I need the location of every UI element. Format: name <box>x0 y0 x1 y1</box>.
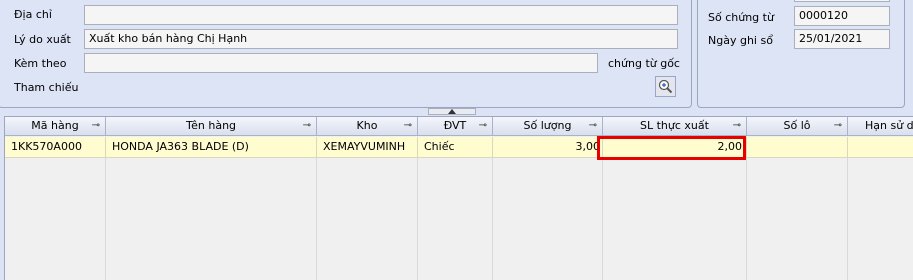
tham-chieu-zoom-button[interactable] <box>655 76 676 97</box>
top-hidden-field <box>794 0 890 2</box>
col-header-han-su-dung[interactable]: Hạn sử dụng <box>848 117 913 136</box>
column-divider <box>316 158 317 280</box>
col-header-ma-hang[interactable]: Mã hàng ⊸ <box>5 117 106 136</box>
pin-icon[interactable]: ⊸ <box>404 117 412 135</box>
cell-han-su-dung[interactable] <box>848 137 913 158</box>
col-header-label: Mã hàng <box>31 119 79 132</box>
so-chung-tu-input[interactable]: 0000120 <box>794 6 890 26</box>
cell-dvt[interactable]: Chiếc <box>418 137 493 158</box>
pin-icon[interactable]: ⊸ <box>92 117 100 135</box>
pin-icon[interactable]: ⊸ <box>733 117 741 135</box>
ngay-ghi-so-input[interactable]: 25/01/2021 <box>794 29 890 49</box>
cell-sl-thuc-xuat[interactable]: 2,00 <box>603 137 747 158</box>
pin-icon[interactable]: ⊸ <box>479 117 487 135</box>
dia-chi-label: Địa chỉ <box>14 8 52 21</box>
cell-ma-hang[interactable]: 1KK570A000 <box>5 137 106 158</box>
dia-chi-input[interactable] <box>84 5 678 25</box>
column-divider <box>847 158 848 280</box>
chung-tu-goc-label: chứng từ gốc <box>608 57 680 70</box>
col-header-label: Hạn sử dụng <box>865 119 913 132</box>
col-header-so-luong[interactable]: Số lượng ⊸ <box>493 117 603 136</box>
col-header-label: SL thực xuất <box>640 119 709 132</box>
col-header-kho[interactable]: Kho ⊸ <box>317 117 418 136</box>
cell-so-luong[interactable]: 3,00 <box>493 137 603 158</box>
col-header-label: ĐVT <box>443 119 467 132</box>
ly-do-xuat-input[interactable]: Xuất kho bán hàng Chị Hạnh <box>84 29 678 49</box>
tham-chieu-label: Tham chiếu <box>14 81 79 94</box>
col-header-ten-hang[interactable]: Tên hàng ⊸ <box>106 117 317 136</box>
cell-ten-hang[interactable]: HONDA JA363 BLADE (D) <box>106 137 317 158</box>
chevron-up-icon <box>448 109 456 114</box>
cell-kho[interactable]: XEMAYVUMINH <box>317 137 418 158</box>
ngay-ghi-so-label: Ngày ghi sổ <box>708 34 773 47</box>
pin-icon[interactable]: ⊸ <box>834 117 842 135</box>
col-header-so-lo[interactable]: Số lô ⊸ <box>747 117 848 136</box>
column-divider <box>492 158 493 280</box>
magnifier-plus-icon <box>658 79 673 94</box>
so-chung-tu-label: Số chứng từ <box>708 11 774 24</box>
pin-icon[interactable]: ⊸ <box>303 117 311 135</box>
column-divider <box>746 158 747 280</box>
col-header-label: Tên hàng <box>185 119 237 132</box>
ly-do-xuat-label: Lý do xuất <box>14 33 71 46</box>
kem-theo-input[interactable] <box>84 53 598 73</box>
col-header-label: Số lô <box>783 119 811 132</box>
kem-theo-label: Kèm theo <box>14 57 67 70</box>
panel-splitter[interactable] <box>428 108 476 115</box>
col-header-sl-thuc-xuat[interactable]: SL thực xuất ⊸ <box>603 117 747 136</box>
column-divider <box>105 158 106 280</box>
pin-icon[interactable]: ⊸ <box>589 117 597 135</box>
column-divider <box>417 158 418 280</box>
col-header-dvt[interactable]: ĐVT ⊸ <box>418 117 493 136</box>
col-header-label: Kho <box>356 119 378 132</box>
items-grid[interactable]: Mã hàng ⊸ Tên hàng ⊸ Kho ⊸ ĐVT ⊸ Số lượng ⊸ S… <box>4 116 913 280</box>
col-header-label: Số lượng <box>523 119 572 132</box>
column-divider <box>602 158 603 280</box>
cell-so-lo[interactable] <box>747 137 848 158</box>
